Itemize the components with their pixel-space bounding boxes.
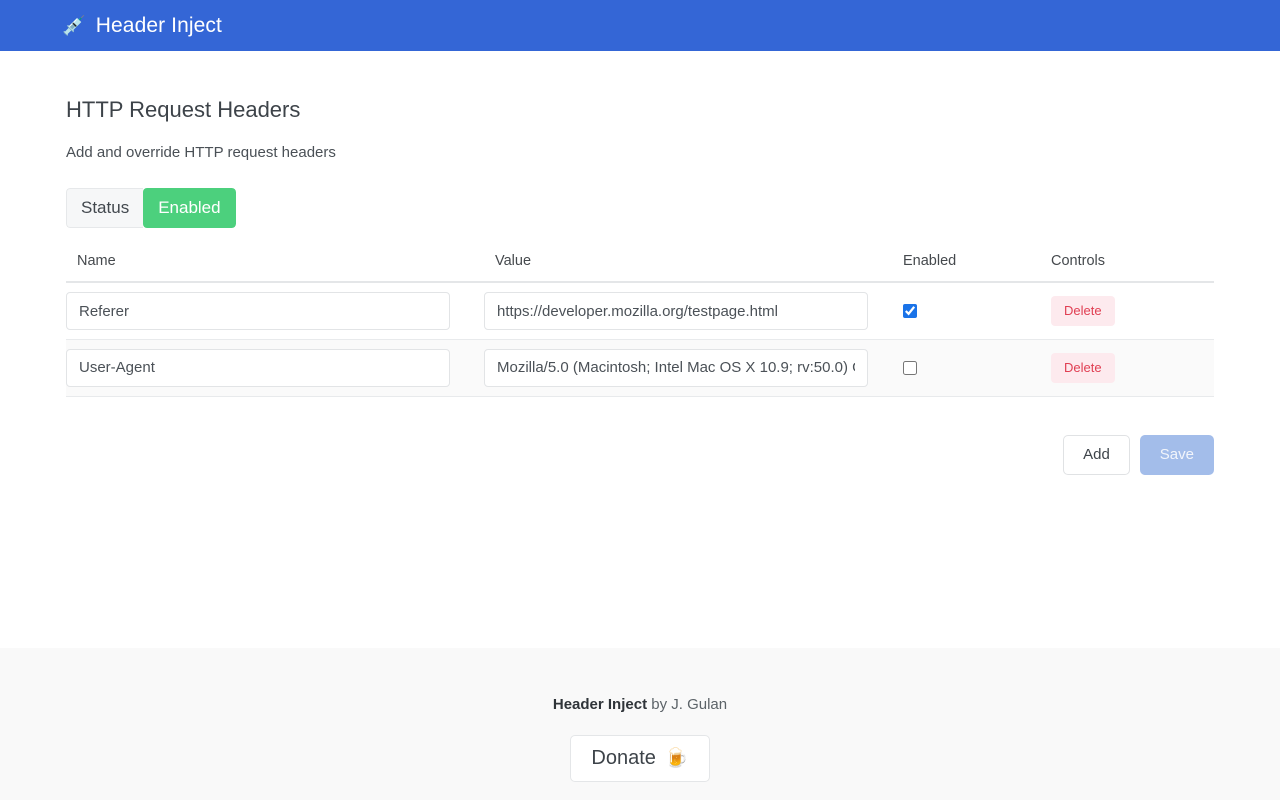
footer-author: by J. Gulan (647, 696, 727, 713)
cell-controls: Delete (1040, 339, 1214, 396)
column-header-name: Name (66, 253, 484, 282)
table-row: Delete (66, 339, 1214, 396)
top-navbar: 💉 Header Inject (0, 0, 1280, 51)
donate-button[interactable]: Donate 🍺 (570, 735, 709, 782)
column-header-value: Value (484, 253, 892, 282)
delete-button[interactable]: Delete (1051, 296, 1115, 326)
table-row: Delete (66, 282, 1214, 339)
donate-label: Donate (591, 747, 656, 770)
header-value-input[interactable] (484, 349, 868, 387)
table-body: Delete Delete (66, 282, 1214, 396)
footer-credit: Header Inject by J. Gulan (0, 696, 1280, 714)
cell-value (484, 282, 892, 339)
headers-table: Name Value Enabled Controls Delete (66, 253, 1214, 397)
cell-enabled (892, 339, 1040, 396)
cell-name (66, 339, 484, 396)
beer-mug-icon: 🍺 (665, 749, 689, 768)
main-content: HTTP Request Headers Add and override HT… (0, 51, 1280, 648)
cell-value (484, 339, 892, 396)
table-header-row: Name Value Enabled Controls (66, 253, 1214, 282)
status-toggle-button[interactable]: Enabled (143, 188, 235, 228)
header-enabled-checkbox[interactable] (903, 304, 917, 318)
action-buttons: Add Save (66, 435, 1214, 475)
header-name-input[interactable] (66, 349, 450, 387)
page-title: HTTP Request Headers (66, 51, 1214, 123)
header-value-input[interactable] (484, 292, 868, 330)
cell-enabled (892, 282, 1040, 339)
save-button[interactable]: Save (1140, 435, 1214, 475)
page-subtitle: Add and override HTTP request headers (66, 123, 1214, 162)
brand-title: Header Inject (96, 15, 222, 36)
column-header-controls: Controls (1040, 253, 1214, 282)
add-button[interactable]: Add (1063, 435, 1130, 475)
delete-button[interactable]: Delete (1051, 353, 1115, 383)
syringe-icon: 💉 (62, 17, 86, 36)
footer-app-name: Header Inject (553, 696, 647, 713)
status-group: Status Enabled (66, 188, 236, 228)
brand-link[interactable]: 💉 Header Inject (62, 15, 222, 36)
header-name-input[interactable] (66, 292, 450, 330)
page-footer: Header Inject by J. Gulan Donate 🍺 (0, 648, 1280, 800)
column-header-enabled: Enabled (892, 253, 1040, 282)
cell-name (66, 282, 484, 339)
status-label: Status (66, 188, 143, 228)
header-enabled-checkbox[interactable] (903, 361, 917, 375)
cell-controls: Delete (1040, 282, 1214, 339)
table-head: Name Value Enabled Controls (66, 253, 1214, 282)
